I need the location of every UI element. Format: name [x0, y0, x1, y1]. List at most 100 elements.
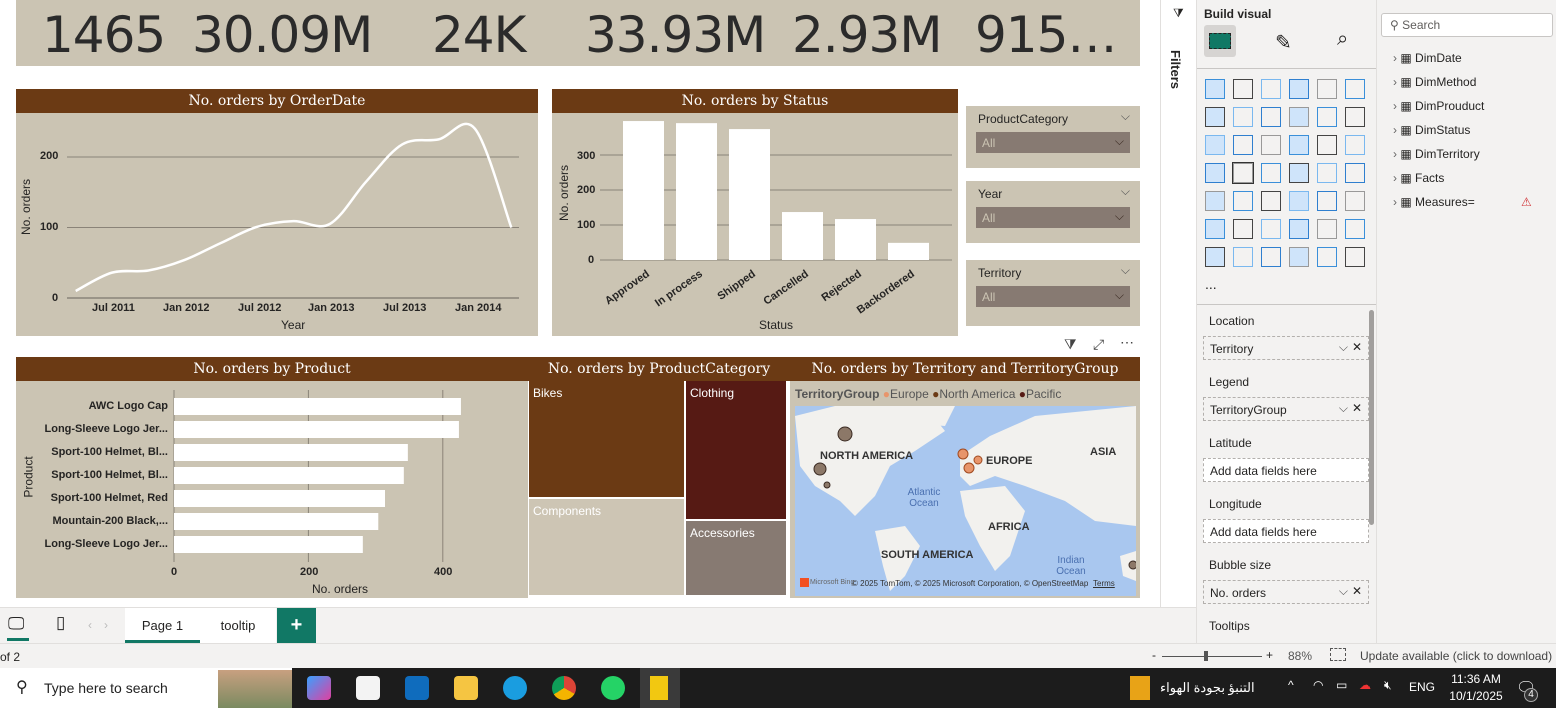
chevron-right-icon[interactable]: › [1393, 51, 1397, 65]
field-well[interactable]: TerritoryGroup ⌵ ✕ [1203, 397, 1369, 421]
whatsapp-icon[interactable] [601, 676, 625, 700]
qa-icon[interactable] [1289, 219, 1309, 239]
camera-icon[interactable]: ▭ [1336, 678, 1347, 692]
filled-map-icon[interactable] [1261, 163, 1281, 183]
multirow-card-icon[interactable] [1205, 191, 1225, 211]
scrollbar[interactable] [1369, 310, 1374, 525]
scroll-left-icon[interactable]: ‹ [88, 618, 92, 632]
desktop-view-icon[interactable]: 🖵 [8, 614, 24, 634]
stacked-bar-icon[interactable] [1205, 79, 1225, 99]
donut-icon[interactable] [1345, 135, 1365, 155]
more-visuals-button[interactable]: ... [1205, 276, 1217, 292]
table-item[interactable]: › ▦ Facts [1393, 171, 1444, 185]
outlook-icon[interactable] [405, 676, 429, 700]
matrix-icon[interactable] [1317, 191, 1337, 211]
table-item[interactable]: › ▦ DimDate [1393, 51, 1462, 65]
100-column-icon[interactable] [1345, 79, 1365, 99]
focus-mode-icon[interactable]: ⤢ [1093, 336, 1104, 353]
weather-text[interactable]: التنبؤ بجودة الهواء [1160, 680, 1255, 696]
more-options-icon[interactable]: ⋯ [1120, 334, 1134, 351]
chevron-down-icon[interactable]: ⌵ [1339, 584, 1348, 599]
tab-tooltip[interactable]: tooltip [200, 608, 276, 643]
100-bar-icon[interactable] [1317, 79, 1337, 99]
slicer-icon[interactable] [1261, 191, 1281, 211]
line-clustered-icon[interactable] [1345, 107, 1365, 127]
zoom-in-button[interactable]: + [1266, 648, 1273, 662]
remove-field-icon[interactable]: ✕ [1352, 401, 1362, 415]
r-visual-icon[interactable] [1345, 191, 1365, 211]
table-item[interactable]: › ▦ DimTerritory [1393, 147, 1480, 161]
clock-time[interactable]: 11:36 AM [1446, 672, 1506, 686]
chevron-right-icon[interactable]: › [1393, 195, 1397, 209]
chevron-right-icon[interactable]: › [1393, 123, 1397, 137]
update-notice[interactable]: Update available (click to download) [1360, 649, 1552, 663]
power-apps-card-icon[interactable] [1233, 247, 1253, 267]
slicer-year[interactable]: Year ⌵ All ⌵ [966, 181, 1140, 243]
store-icon[interactable] [356, 676, 380, 700]
copilot-icon[interactable] [307, 676, 331, 700]
area-icon[interactable] [1233, 107, 1253, 127]
slicer-territory[interactable]: Territory ⌵ All ⌵ [966, 260, 1140, 326]
treemap-tile-components[interactable]: Components [529, 499, 684, 595]
remove-field-icon[interactable]: ✕ [1352, 340, 1362, 354]
onedrive-error-icon[interactable]: ☁ [1359, 678, 1371, 692]
map-icon[interactable] [1232, 162, 1254, 184]
edge-icon[interactable] [503, 676, 527, 700]
filters-pane-collapsed[interactable]: ⧩ Filters [1160, 0, 1196, 643]
zoom-out-button[interactable]: - [1152, 648, 1156, 662]
kpi-icon[interactable] [1233, 191, 1253, 211]
clustered-bar-icon[interactable] [1261, 79, 1281, 99]
report-icon[interactable] [1205, 247, 1225, 267]
line-icon[interactable] [1205, 107, 1225, 127]
treemap-tile-accessories[interactable]: Accessories [686, 521, 786, 595]
language-indicator[interactable]: ENG [1409, 680, 1435, 694]
decomposition-tree-icon[interactable] [1261, 219, 1281, 239]
funnel-icon[interactable] [1261, 135, 1281, 155]
chevron-down-icon[interactable]: ⌵ [1121, 263, 1130, 278]
field-well[interactable]: Add data fields here [1203, 458, 1369, 482]
chevron-right-icon[interactable]: › [1393, 147, 1397, 161]
filters-label[interactable]: Filters [1168, 50, 1183, 89]
chevron-down-icon[interactable]: ⌵ [1121, 184, 1130, 199]
power-apps-icon[interactable] [1317, 247, 1337, 267]
clock-date[interactable]: 10/1/2025 [1446, 689, 1506, 703]
ribbon-icon[interactable] [1205, 135, 1225, 155]
table-icon[interactable] [1289, 191, 1309, 211]
clustered-column-icon[interactable] [1289, 79, 1309, 99]
legend-item[interactable]: Europe [890, 387, 929, 401]
chevron-right-icon[interactable]: › [1393, 75, 1397, 89]
stacked-column-icon[interactable] [1233, 79, 1253, 99]
chevron-right-icon[interactable]: › [1393, 99, 1397, 113]
remove-field-icon[interactable]: ✕ [1352, 584, 1362, 598]
python-visual-icon[interactable] [1205, 219, 1225, 239]
scatter-icon[interactable] [1289, 135, 1309, 155]
volume-muted-icon[interactable]: 🔇︎ [1384, 678, 1392, 693]
scroll-right-icon[interactable]: › [104, 618, 108, 632]
search-input[interactable]: ⚲ Search [1381, 13, 1553, 37]
gauge-icon[interactable] [1317, 163, 1337, 183]
paginated-icon[interactable] [1317, 219, 1337, 239]
field-well[interactable]: Add data fields here [1203, 519, 1369, 543]
power-automate-icon[interactable] [1345, 247, 1365, 267]
slicer-dropdown[interactable]: All ⌵ [976, 132, 1130, 153]
pie-icon[interactable] [1317, 135, 1337, 155]
treemap-icon[interactable] [1205, 163, 1225, 183]
chevron-down-icon[interactable]: ⌵ [1339, 340, 1348, 355]
card-icon[interactable] [1345, 163, 1365, 183]
chevron-right-icon[interactable]: › [1393, 171, 1397, 185]
treemap-tile-clothing[interactable]: Clothing [686, 381, 786, 519]
waterfall-icon[interactable] [1233, 135, 1253, 155]
ribbon-area-icon[interactable] [1289, 107, 1309, 127]
table-item[interactable]: › ▦ Measures= ⚠ [1393, 195, 1532, 209]
file-explorer-icon[interactable] [454, 676, 478, 700]
arcgis-icon[interactable] [1289, 247, 1309, 267]
chevron-down-icon[interactable]: ⌵ [1121, 109, 1130, 124]
power-apps-slicer-icon[interactable] [1261, 247, 1281, 267]
trophy-icon[interactable] [1345, 219, 1365, 239]
chevron-up-icon[interactable]: ^ [1288, 678, 1294, 692]
table-item[interactable]: › ▦ DimProuduct [1393, 99, 1484, 113]
tab-page-1[interactable]: Page 1 [125, 608, 200, 643]
stacked-area-icon[interactable] [1261, 107, 1281, 127]
legend-item[interactable]: Pacific [1026, 387, 1061, 401]
map-terms-link[interactable]: Terms [1093, 579, 1115, 588]
